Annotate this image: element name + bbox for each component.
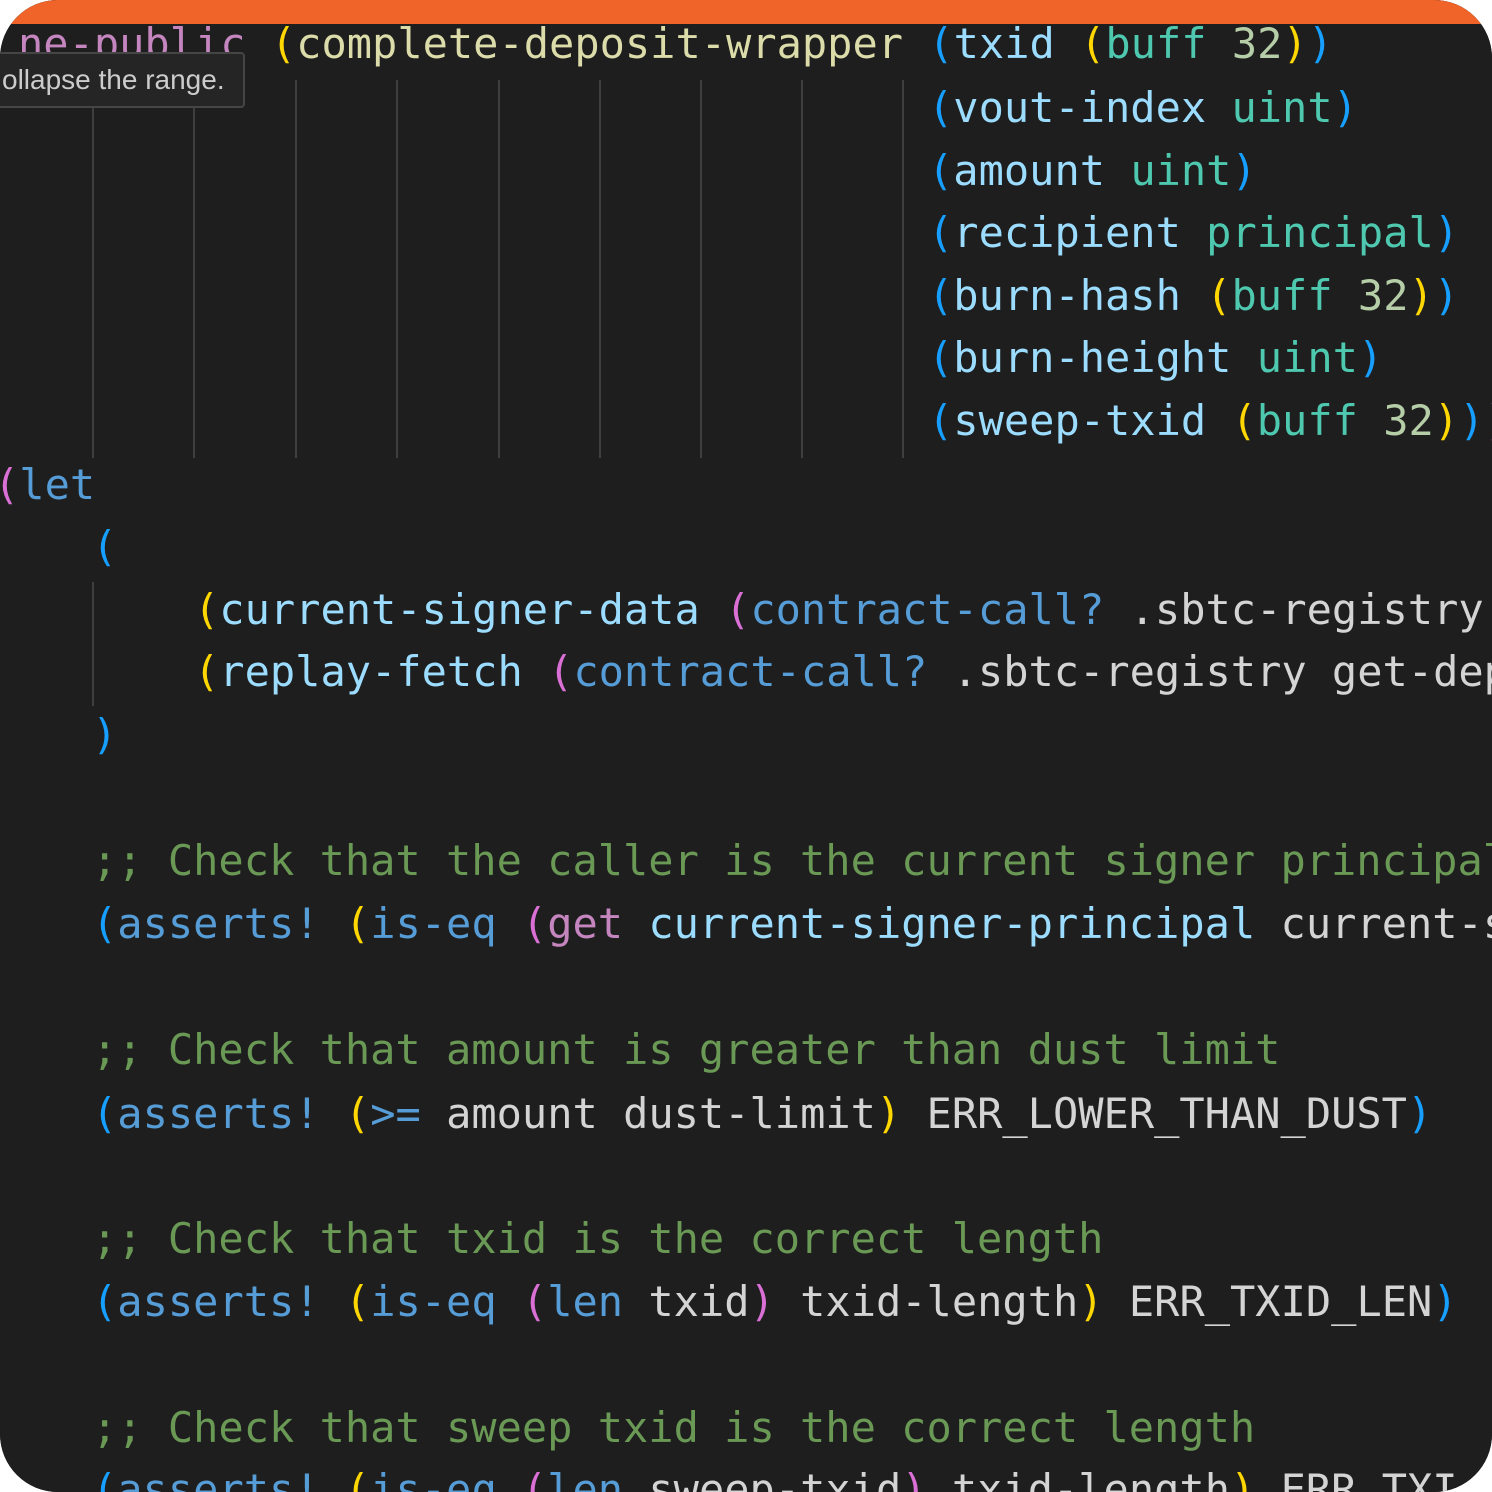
code-line-assert[interactable]: (asserts! (is-eq (len sweep-txid) txid-l… [92,1460,1458,1492]
code-line-param[interactable]: (vout-index uint) [928,78,1358,138]
code-comment[interactable]: ;; Check that the caller is the current … [92,831,1492,891]
code-line-param[interactable]: (sweep-txid (buff 32))) [928,391,1492,451]
indent-guide [498,80,500,458]
window-frame: ne-public (complete-deposit-wrapper (txi… [0,0,1492,1492]
code-comment[interactable]: ;; Check that amount is greater than dus… [92,1020,1280,1080]
code-comment[interactable]: ;; Check that sweep txid is the correct … [92,1398,1255,1458]
code-line-assert[interactable]: (asserts! (>= amount dust-limit) ERR_LOW… [92,1084,1432,1144]
code-line-param[interactable]: (amount uint) [928,141,1257,201]
code-line-assert[interactable]: (asserts! (is-eq (len txid) txid-length)… [92,1272,1458,1332]
code-line-assert[interactable]: (asserts! (is-eq (get current-signer-pri… [92,894,1492,954]
indent-guide [902,80,904,458]
indent-guide [700,80,702,458]
code-line-param[interactable]: (burn-height uint) [928,328,1383,388]
code-line-let[interactable]: (let [0,455,95,515]
code-line-param[interactable]: (recipient principal) [928,203,1459,263]
code-line-let-close[interactable]: ) [92,705,117,765]
code-comment[interactable]: ;; Check that txid is the correct length [92,1209,1103,1269]
indent-guide [92,582,94,706]
indent-guide [92,80,94,458]
indent-guide [801,80,803,458]
indent-guide [193,80,195,458]
code-line-param[interactable]: (burn-hash (buff 32)) [928,266,1459,326]
code-line-let-open[interactable]: ( [92,517,117,577]
indent-guide [396,80,398,458]
code-editor[interactable]: ne-public (complete-deposit-wrapper (txi… [0,0,1492,1492]
code-line-binding[interactable]: (replay-fetch (contract-call? .sbtc-regi… [194,642,1492,702]
indent-guide [295,80,297,458]
window-top-bar [0,0,1492,24]
indent-guide [599,80,601,458]
code-line-binding[interactable]: (current-signer-data (contract-call? .sb… [194,580,1484,640]
collapse-range-tooltip: ollapse the range. [0,52,245,108]
